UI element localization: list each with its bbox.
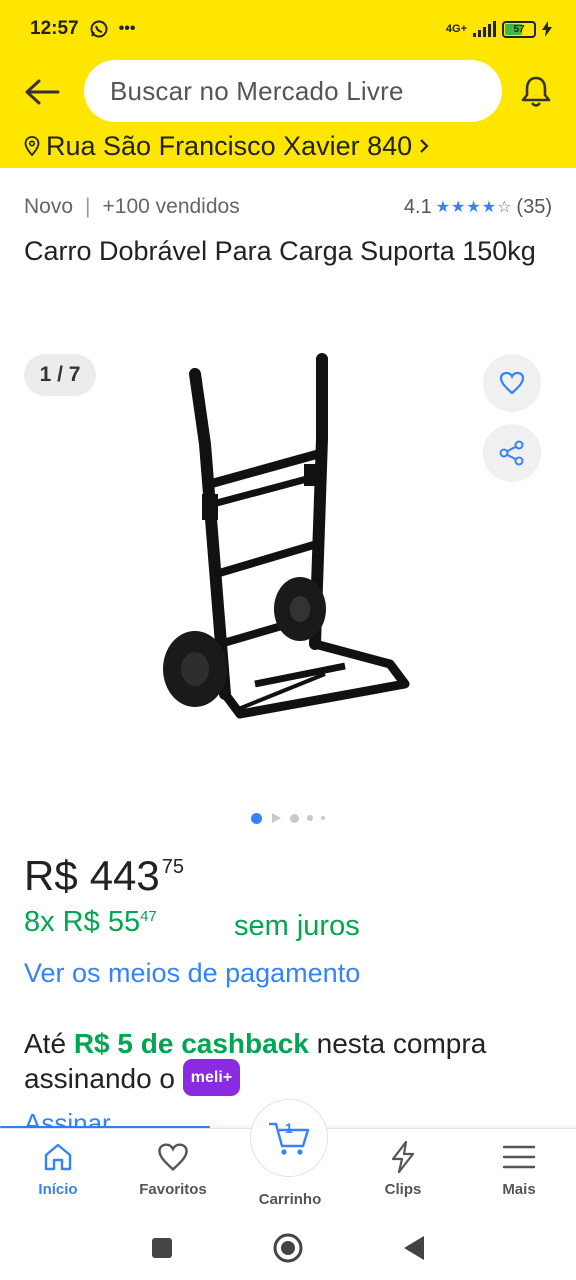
nav-label: Carrinho [258,1191,322,1208]
search-row: Buscar no Mercado Livre [0,60,576,124]
nav-favoritos[interactable]: Favoritos [123,1139,223,1198]
home-system-button[interactable] [272,1232,304,1264]
home-icon [40,1139,76,1175]
status-time: 12:57 [30,18,79,39]
payment-methods-link[interactable]: Ver os meios de pagamento [24,958,360,989]
price-cents: 75 [161,856,185,878]
nav-label: Início [38,1181,78,1198]
app-header: 12:57 ••• 4G+ 57 Buscar no Mercado Livre… [0,0,576,168]
product-title: Carro Dobrável Para Carga Suporta 150kg [24,236,536,266]
notifications-button[interactable] [516,72,556,112]
rating-value: 4.1 [403,195,432,218]
image-counter: 1 / 7 [24,354,96,396]
address-text: Rua São Francisco Xavier 840 [46,130,413,161]
pagination-dot[interactable] [307,815,313,821]
charging-icon [542,21,552,37]
meta-divider: | [85,195,91,218]
product-image[interactable] [150,344,430,784]
nav-inicio[interactable]: Início [8,1139,108,1198]
price: R$ 443 75 [24,852,184,900]
address-selector[interactable]: Rua São Francisco Xavier 840 [24,128,430,164]
battery-level: 57 [513,23,525,35]
pagination-dot[interactable] [251,812,262,824]
rating-summary[interactable]: 4.1 ★★★★☆ (35) [404,196,552,219]
installments-amount: 8x R$ 55 [24,906,141,938]
more-notifications-icon: ••• [118,20,136,37]
installments-cents: 47 [140,908,157,925]
heart-icon [499,371,525,395]
signal-icon [473,21,496,37]
heart-icon [155,1139,191,1175]
cashback-info: Até R$ 5 de cashback nesta compra assina… [24,1026,554,1099]
search-input[interactable]: Buscar no Mercado Livre [84,60,502,122]
nav-label: Clips [384,1181,422,1198]
nav-carrinho[interactable]: Carrinho [240,1191,340,1208]
meli-plus-badge: meli+ [182,1059,241,1097]
bell-icon [521,76,551,107]
pagination-dot[interactable] [321,816,325,820]
gallery-pagination [0,812,576,824]
back-system-button[interactable] [398,1232,430,1264]
status-bar: 12:57 ••• 4G+ 57 [30,14,552,44]
cart-count: 1 [285,1120,293,1136]
system-navigation [0,1216,576,1280]
battery-icon: 57 [502,20,536,38]
cart-button[interactable]: 1 [250,1099,328,1177]
chevron-right-icon [420,139,429,153]
play-icon [272,813,281,823]
menu-icon [501,1139,537,1175]
whatsapp-icon [90,20,108,38]
cashback-prefix: Até [24,1028,74,1059]
nav-mais[interactable]: Mais [469,1139,569,1198]
sold-count: +100 vendidos [102,195,240,218]
installments-interest: sem juros [234,910,360,942]
arrow-left-icon [25,79,60,105]
installments: 8x R$ 55 47 sem juros [24,906,554,942]
bottom-navigation: Início Favoritos Carrinho 1 Clips Mais [0,1099,576,1216]
network-label: 4G+ [445,23,467,35]
recents-button[interactable] [146,1232,178,1264]
cashback-amount: R$ 5 de cashback [73,1028,309,1059]
back-button[interactable] [22,72,62,112]
favorite-button[interactable] [483,354,541,412]
price-whole: 443 [89,852,160,899]
pagination-dot[interactable] [290,813,299,823]
search-placeholder: Buscar no Mercado Livre [110,75,404,106]
nav-clips[interactable]: Clips [353,1139,453,1198]
circle-home-icon [273,1233,303,1263]
price-currency: R$ [24,852,78,899]
condition-label: Novo [24,195,74,218]
square-icon [152,1238,172,1258]
product-gallery[interactable]: 1 / 7 [0,340,576,810]
share-button[interactable] [483,424,541,482]
location-pin-icon [24,136,40,156]
product-meta: Novo | +100 vendidos 4.1 ★★★★☆ (35) [24,192,552,222]
share-icon [499,440,524,466]
nav-label: Favoritos [139,1181,207,1198]
nav-label: Mais [502,1181,536,1198]
rating-stars-icon: ★★★★☆ [435,199,513,216]
rating-count: (35) [516,195,552,218]
bolt-icon [385,1139,421,1175]
triangle-back-icon [404,1236,424,1260]
